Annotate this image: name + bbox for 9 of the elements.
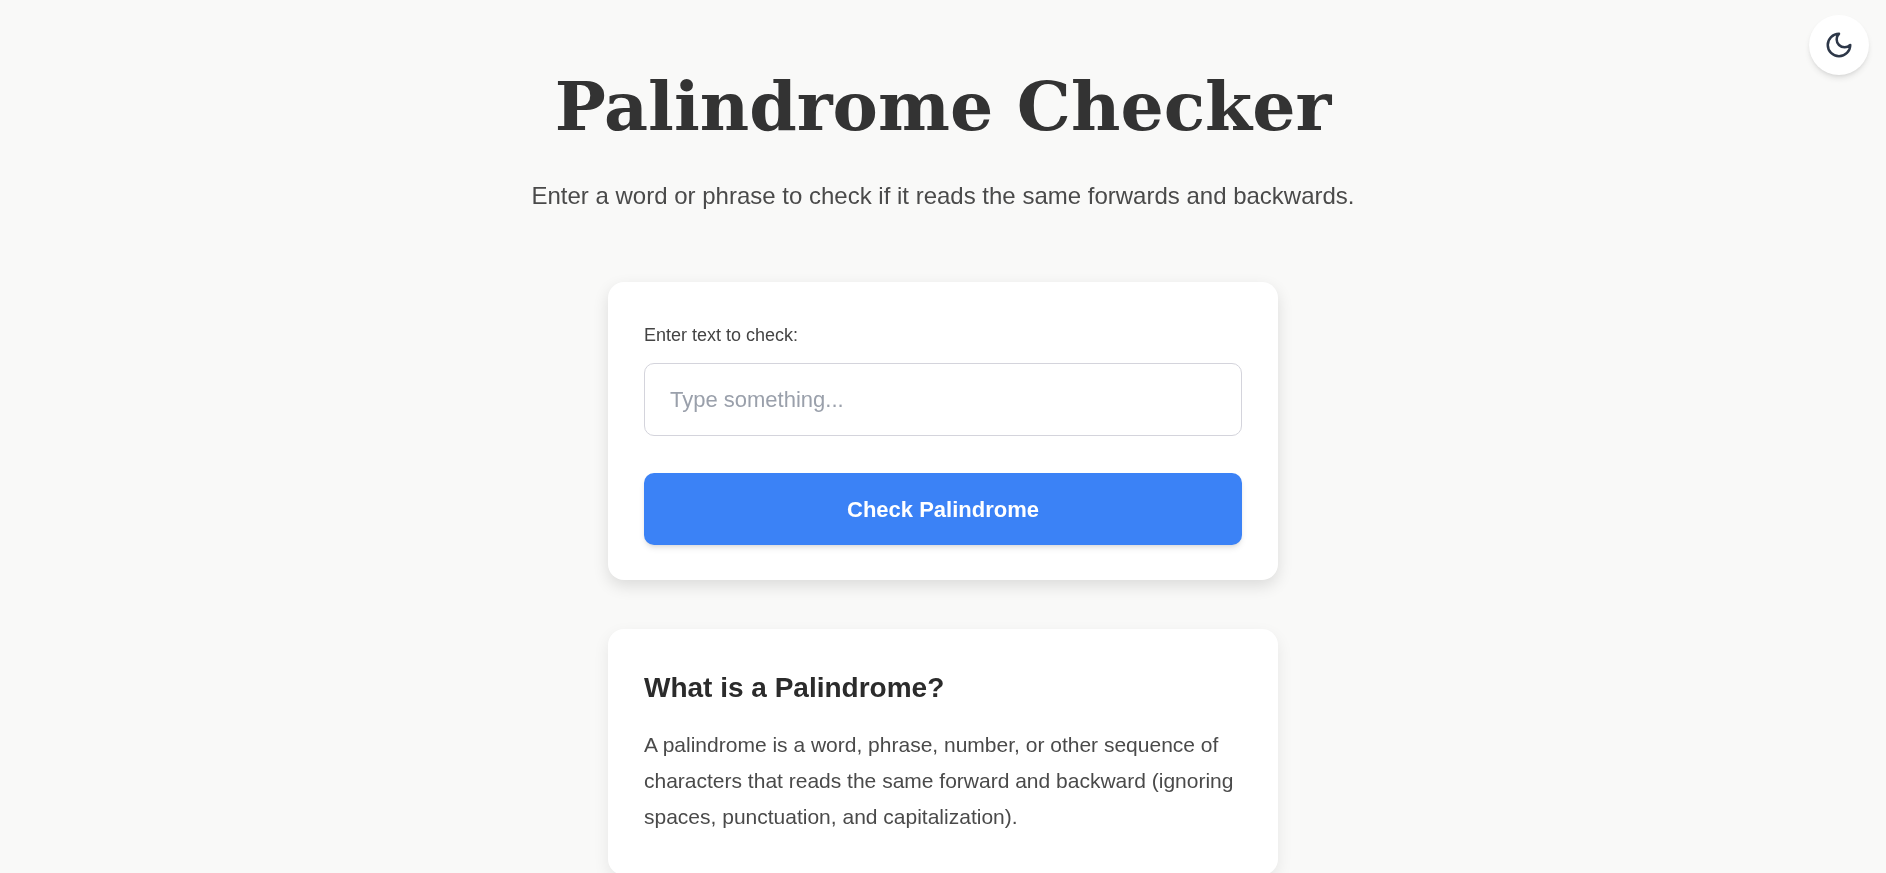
dark-mode-toggle[interactable]: [1809, 15, 1869, 75]
info-paragraph: A palindrome is a word, phrase, number, or other sequence of characters that reads the same forward and backward (ignoring spaces, punctuation, and capitalization).: [644, 732, 1235, 830]
check-palindrome-button[interactable]: Check Palindrome: [644, 473, 1242, 545]
input-label: Enter text to check:: [644, 324, 800, 347]
page-subtitle: Enter a word or phrase to check if it reads the same forwards and backwards.: [531, 181, 1355, 211]
page-title: Palindrome Checker: [554, 65, 1332, 148]
text-input-field[interactable]: Type something...: [644, 363, 1242, 436]
info-heading: What is a Palindrome?: [644, 671, 946, 705]
moon-icon: [1824, 30, 1854, 60]
